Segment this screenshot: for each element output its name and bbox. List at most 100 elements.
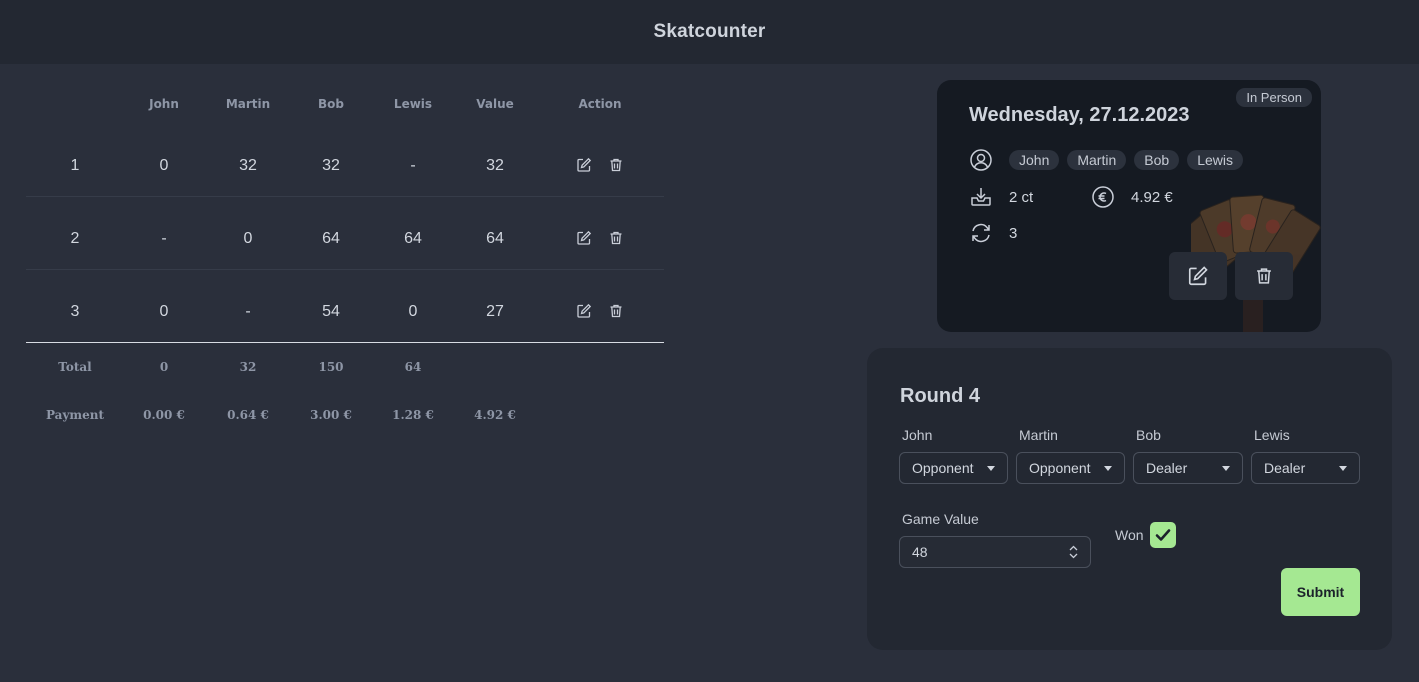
cell-value: 64 (486, 230, 504, 247)
cell-john: 0 (159, 157, 169, 174)
player-label: John (902, 427, 933, 443)
role-select[interactable]: Opponent (899, 452, 1008, 484)
cell-value: 32 (486, 157, 504, 174)
total-john: 0 (159, 360, 169, 374)
payment-value: 4.92 € (474, 408, 516, 422)
player-chip: Martin (1067, 150, 1127, 170)
total-lewis: 64 (404, 360, 422, 374)
caret-down-icon (1339, 465, 1347, 471)
table-row: 1 0 32 32 - 32 (26, 124, 664, 197)
top-bar: Skatcounter (0, 0, 1419, 64)
stepper-icon[interactable] (1069, 545, 1078, 559)
won-checkbox[interactable] (1150, 522, 1176, 548)
player-label: Lewis (1254, 427, 1290, 443)
edit-icon (1188, 266, 1208, 286)
euro-icon (1092, 186, 1114, 208)
caret-down-icon (987, 465, 995, 471)
total-payment-value: 4.92 € (1131, 188, 1173, 206)
player-label: Martin (1019, 427, 1058, 443)
cell-lewis: - (410, 157, 416, 174)
total-row: Total 0 32 150 64 (26, 343, 664, 391)
cell-john: - (161, 230, 167, 247)
player-role-bob: Bob Dealer (1133, 427, 1243, 484)
row-actions (575, 302, 625, 320)
header-martin: Martin (225, 97, 271, 111)
edit-icon[interactable] (575, 156, 593, 174)
header-bob: Bob (318, 97, 344, 111)
table-row: 3 0 - 54 0 27 (26, 270, 664, 343)
stake-row: 2 ct 4.92 € (969, 185, 1173, 209)
round-number: 1 (70, 157, 80, 174)
table-body: 1 0 32 32 - 32 2 - 0 64 64 64 3 0 - 54 0… (26, 124, 664, 343)
game-value-input[interactable]: 48 (899, 536, 1091, 568)
header-john: John (149, 97, 179, 111)
game-value-label: Game Value (902, 511, 979, 527)
role-select[interactable]: Dealer (1133, 452, 1243, 484)
playing-cards-image (1191, 194, 1321, 332)
player-label: Bob (1136, 427, 1161, 443)
trash-icon[interactable] (607, 156, 625, 174)
cell-lewis: 64 (404, 230, 422, 247)
edit-session-button[interactable] (1169, 252, 1227, 300)
role-select-value: Opponent (1029, 460, 1091, 476)
players-row: John Martin Bob Lewis (969, 148, 1251, 172)
round-number: 2 (70, 230, 80, 247)
cell-martin: 0 (243, 230, 253, 247)
trash-icon[interactable] (607, 302, 625, 320)
cell-martin: - (245, 303, 251, 320)
header-value: Value (476, 97, 514, 111)
payment-john: 0.00 € (143, 408, 185, 422)
app-title: Skatcounter (653, 21, 766, 42)
role-select-value: Dealer (1146, 460, 1188, 476)
rounds-value: 3 (1009, 224, 1018, 242)
player-chip: John (1009, 150, 1060, 170)
role-select[interactable]: Opponent (1016, 452, 1125, 484)
mode-badge: In Person (1236, 88, 1312, 107)
total-label: Total (58, 360, 92, 374)
round-title: Round 4 (900, 385, 980, 407)
stake-value: 2 ct (1009, 188, 1034, 206)
total-martin: 32 (239, 360, 257, 374)
refresh-icon (972, 223, 990, 243)
trash-icon[interactable] (607, 229, 625, 247)
session-date: Wednesday, 27.12.2023 (969, 104, 1190, 126)
player-role-john: John Opponent (899, 427, 1008, 484)
caret-down-icon (1104, 465, 1112, 471)
submit-button[interactable]: Submit (1281, 568, 1360, 616)
edit-icon[interactable] (575, 302, 593, 320)
won-label: Won (1115, 527, 1144, 543)
inbox-download-icon (971, 188, 991, 206)
cell-bob: 64 (322, 230, 340, 247)
trash-icon (1257, 268, 1271, 284)
row-actions (575, 156, 625, 174)
cell-bob: 32 (322, 157, 340, 174)
round-form: Round 4 John Opponent Martin Opponent Bo… (867, 348, 1392, 650)
caret-down-icon (1222, 465, 1230, 471)
role-select-value: Opponent (912, 460, 974, 476)
header-action: Action (578, 97, 622, 111)
cell-value: 27 (486, 303, 504, 320)
edit-icon[interactable] (575, 229, 593, 247)
table-header: John Martin Bob Lewis Value Action (26, 84, 664, 124)
cell-bob: 54 (322, 303, 340, 320)
rounds-row: 3 (969, 221, 1017, 245)
header-lewis: Lewis (393, 97, 433, 111)
delete-session-button[interactable] (1235, 252, 1293, 300)
cell-john: 0 (159, 303, 169, 320)
table-row: 2 - 0 64 64 64 (26, 197, 664, 270)
player-chip: Bob (1134, 150, 1180, 170)
row-actions (575, 229, 625, 247)
role-select[interactable]: Dealer (1251, 452, 1360, 484)
user-circle-icon (970, 149, 992, 171)
payment-bob: 3.00 € (310, 408, 352, 422)
total-bob: 150 (318, 360, 344, 374)
score-table: John Martin Bob Lewis Value Action 1 0 3… (26, 84, 664, 439)
cell-lewis: 0 (408, 303, 418, 320)
session-card: In Person Wednesday, 27.12.2023 John Mar… (937, 80, 1321, 332)
payment-martin: 0.64 € (227, 408, 269, 422)
player-chip: Lewis (1187, 150, 1243, 170)
payment-row: Payment 0.00 € 0.64 € 3.00 € 1.28 € 4.92… (26, 391, 664, 439)
payment-label: Payment (45, 408, 105, 422)
role-select-value: Dealer (1264, 460, 1306, 476)
player-role-lewis: Lewis Dealer (1251, 427, 1360, 484)
